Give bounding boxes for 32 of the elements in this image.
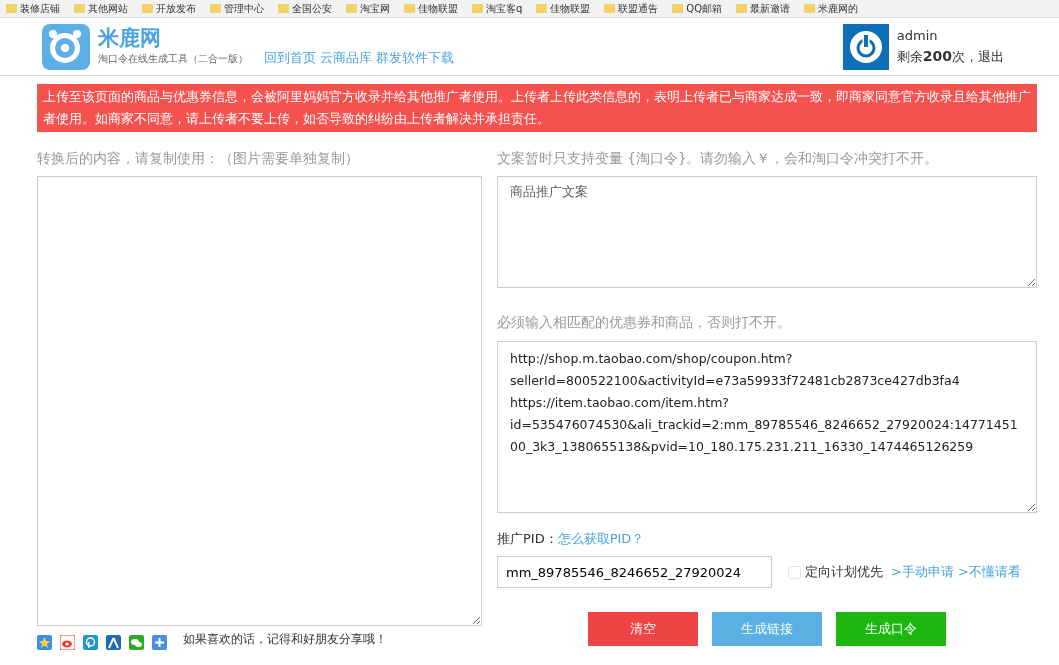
logout-link[interactable]: 退出 (978, 46, 1004, 67)
quota-text: 剩余200次， (896, 46, 978, 66)
bookmark-link[interactable]: 全国公安 (278, 1, 332, 16)
notice-text: 上传至该页面的商品与优惠券信息，会被阿里妈妈官方收录并给其他推广者使用。上传者上传此类信息的，表明上传者已与商家达成一致，即商家同意官方收录且给其他推广者使用。如商家不同意，请上传者不要上传，如否导致的纠纷由上传者解决并承担责任。 (37, 84, 1037, 132)
site-subtitle: 淘口令在线生成工具（二合一版） (98, 51, 248, 66)
bookmark-link[interactable]: 佳物联盟 (536, 1, 591, 16)
pid-label: 推广PID： (497, 529, 558, 548)
bookmark-link[interactable]: QQ邮箱 (672, 1, 723, 16)
logo-text: 米鹿网 (98, 27, 162, 51)
share-text: 如果喜欢的话，记得和好朋友分享哦！ (183, 631, 387, 649)
links-textarea[interactable]: http://shop.m.taobao.com/shop/coupon.htm?sellerId=800522100&activityId=e73a59933f72481cb2873ce427db3fa4 https://item.taobao.com/item.htm?id=535476074530&ali_trackid=2:mm_89785546_8246652_27920024:1477145100_3k3_1380655138&pvid=10_180.175.231.211_16330_1474465126259 (497, 340, 1037, 513)
bookmark-link[interactable]: 淘宝客q (472, 1, 523, 16)
pid-field[interactable]: mm_89785546_8246652_27920024 (497, 556, 772, 588)
avatar-power-icon (842, 23, 889, 70)
copy-label: 文案暂时只支持变量 {淘口令}。请勿输入￥，会和淘口令冲突打不开。 (497, 149, 940, 168)
logo-icon (42, 23, 90, 70)
bookmark-link[interactable]: 淘宝网 (346, 1, 390, 16)
priority-label: 定向计划优先 (805, 563, 883, 582)
priority-checkbox[interactable] (788, 565, 801, 579)
output-label: 转换后的内容，请复制使用：（图片需要单独复制） (37, 149, 360, 168)
clear-button[interactable]: 清空 (588, 612, 698, 646)
bookmark-link[interactable]: 其他网站 (74, 1, 128, 16)
copy-textarea[interactable]: 商品推广文案 (497, 176, 1037, 289)
bookmark-link[interactable]: 开放发布 (142, 1, 196, 16)
bookmark-link[interactable]: 佳物联盟 (404, 1, 458, 16)
username: admin (896, 27, 939, 46)
bookmark-link[interactable]: 最新邀请 (736, 1, 791, 16)
links-label: 必须输入相匹配的优惠券和商品，否则打不开。 (497, 313, 792, 333)
bookmark-link[interactable]: 管理中心 (210, 1, 264, 16)
bookmark-link[interactable]: 米鹿网的 (804, 1, 859, 16)
bookmark-link[interactable]: 联盟通告 (604, 1, 659, 16)
bookmark-link[interactable]: 装修店铺 (6, 1, 60, 16)
